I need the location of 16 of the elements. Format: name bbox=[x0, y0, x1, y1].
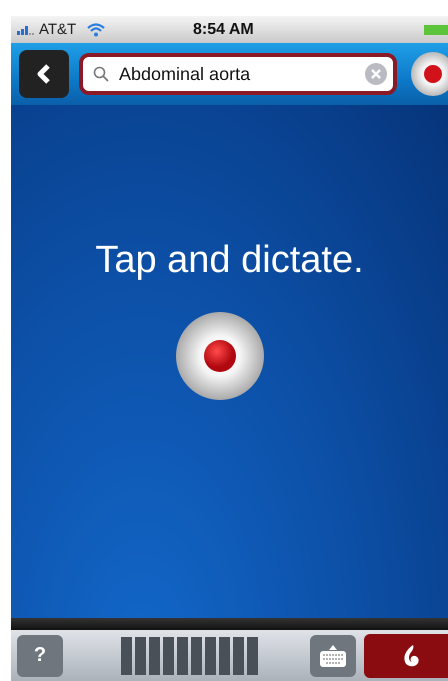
record-button[interactable] bbox=[176, 312, 264, 400]
back-button[interactable] bbox=[19, 50, 69, 98]
carrier-name: AT&T bbox=[39, 21, 76, 38]
wifi-icon bbox=[86, 22, 106, 36]
level-meter-icon bbox=[121, 636, 258, 674]
signal-icon bbox=[17, 24, 35, 34]
search-field[interactable]: Abdominal aorta bbox=[79, 53, 397, 95]
record-button[interactable] bbox=[411, 52, 448, 96]
help-button[interactable]: ? bbox=[17, 634, 63, 676]
keyboard-icon bbox=[319, 644, 347, 668]
dragon-button[interactable] bbox=[364, 634, 448, 678]
status-time: 8:54 AM bbox=[193, 20, 254, 38]
keyboard-button[interactable] bbox=[310, 634, 356, 676]
battery-icon bbox=[424, 24, 448, 34]
dictation-prompt: Tap and dictate. bbox=[95, 239, 364, 282]
chevron-left-icon bbox=[37, 64, 51, 84]
